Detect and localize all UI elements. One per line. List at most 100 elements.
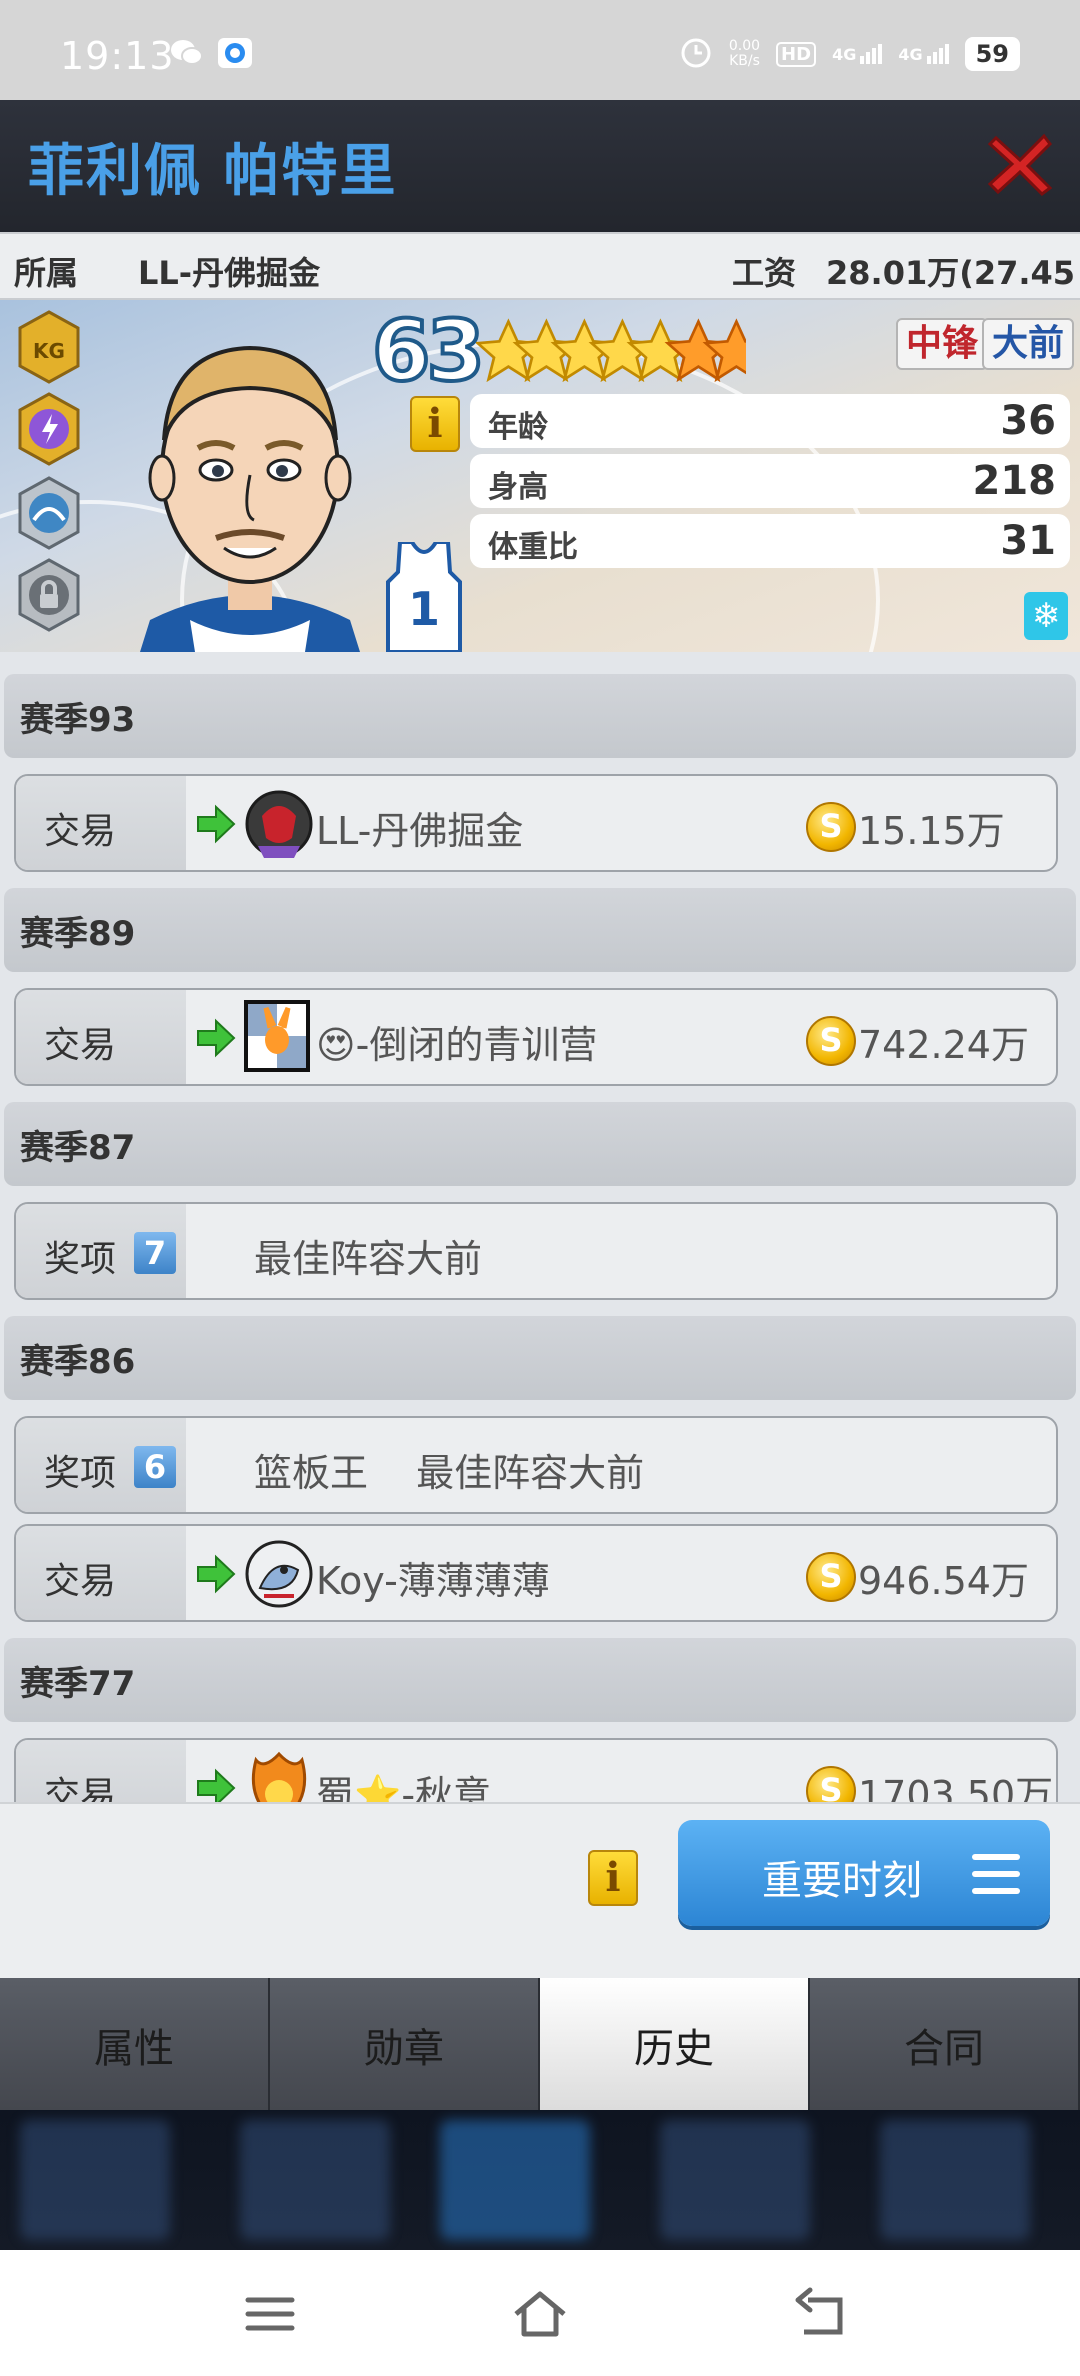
arrow-right-icon — [197, 1554, 236, 1594]
stat-label: 身高 — [488, 470, 548, 505]
kg-badge-icon[interactable]: KG — [16, 310, 82, 384]
award-count-badge: 7 — [134, 1232, 176, 1274]
team-label: 所属 — [14, 254, 79, 292]
team-name: Koy-薄薄薄薄 — [316, 1559, 550, 1603]
award-count-badge: 6 — [134, 1446, 176, 1488]
entry-type-cell: 奖项 6 — [16, 1418, 186, 1512]
tab-bar: 属性 勋章 历史 合同 — [0, 1978, 1080, 2110]
entry-type-cell: 奖项 7 — [16, 1204, 186, 1298]
stat-row-age: 年龄 36 — [470, 394, 1070, 448]
battery-indicator: 59 — [964, 37, 1020, 71]
tab-attributes[interactable]: 属性 — [0, 1978, 270, 2110]
wechat-icon — [170, 38, 204, 68]
menu-icon[interactable] — [240, 2286, 300, 2342]
team-salary-row: 所属 LL-丹佛掘金 工资 28.01万(27.45万) — [0, 232, 1080, 338]
history-entry-award[interactable]: 奖项 6 篮板王 最佳阵容大前 — [14, 1416, 1058, 1514]
tab-label: 属性 — [94, 2026, 174, 2072]
moments-info-icon[interactable]: i — [588, 1850, 638, 1906]
footer-panel: i 重要时刻 — [0, 1802, 1080, 1978]
season-label: 赛季87 — [20, 1128, 136, 1168]
tab-label: 合同 — [904, 2026, 984, 2072]
blurred-item — [240, 2120, 390, 2240]
coin-icon: S — [806, 1016, 856, 1066]
blurred-item — [20, 2120, 170, 2240]
team-value: LL-丹佛掘金 — [138, 254, 321, 292]
info-icon[interactable]: i — [410, 396, 460, 452]
signal-4g-1: 4G — [832, 44, 883, 64]
team-logo-nuggets-icon — [244, 786, 314, 862]
history-list[interactable]: 赛季93 交易 LL-丹佛掘金 S 15.15万 赛季89 交易 😍-倒闭的青训… — [0, 652, 1080, 1802]
jersey-icon: 1 — [386, 540, 462, 652]
team-name: 蜀⭐-秋意 — [316, 1773, 492, 1802]
arrow-right-icon — [197, 1018, 236, 1058]
entry-type-cell: 交易 — [16, 1740, 186, 1802]
stat-value: 36 — [1000, 398, 1056, 444]
entry-type: 交易 — [44, 811, 117, 852]
entry-type: 交易 — [44, 1561, 117, 1602]
season-header: 赛季77 — [4, 1638, 1076, 1722]
stat-row-height: 身高 218 — [470, 454, 1070, 508]
player-rating: 63 — [370, 300, 487, 402]
team-logo-rabbit-icon — [244, 1000, 314, 1076]
stars-icon — [476, 320, 746, 381]
status-time: 19:13 — [60, 34, 175, 78]
stat-value: 31 — [1000, 518, 1056, 564]
season-label: 赛季93 — [20, 700, 136, 740]
jersey-number: 1 — [407, 582, 440, 636]
blurred-item — [880, 2120, 1030, 2240]
team-logo-koy-icon — [244, 1536, 314, 1612]
season-header: 赛季87 — [4, 1102, 1076, 1186]
trade-amount: 742.24万 — [858, 1023, 1029, 1067]
history-entry-trade[interactable]: 交易 Koy-薄薄薄薄 S 946.54万 — [14, 1524, 1058, 1622]
team-badge-icon[interactable] — [16, 476, 82, 550]
season-header: 赛季93 — [4, 674, 1076, 758]
back-icon[interactable] — [792, 2286, 852, 2342]
player-avatar — [120, 320, 380, 652]
app-notification-icon — [218, 38, 252, 68]
status-bar: 19:13 0.00 KB/s HD 4G 4G 59 — [0, 0, 1080, 100]
player-name: 菲利佩 帕特里 — [28, 139, 398, 204]
menu-lines-icon — [972, 1854, 1020, 1894]
tab-contract[interactable]: 合同 — [810, 1978, 1080, 2110]
trade-amount: 15.15万 — [858, 809, 1005, 853]
season-label: 赛季77 — [20, 1664, 136, 1704]
tab-badges[interactable]: 勋章 — [270, 1978, 540, 2110]
award-names: 最佳阵容大前 — [254, 1237, 483, 1281]
season-label: 赛季89 — [20, 914, 136, 954]
history-entry-trade[interactable]: 交易 LL-丹佛掘金 S 15.15万 — [14, 774, 1058, 872]
entry-type: 奖项 — [44, 1453, 117, 1494]
coin-icon: S — [806, 1766, 856, 1802]
entry-type: 交易 — [44, 1775, 117, 1802]
tab-label: 历史 — [634, 2026, 714, 2072]
coin-icon: S — [806, 1552, 856, 1602]
star-rating — [476, 314, 746, 388]
alarm-icon — [679, 35, 713, 74]
award-names: 篮板王 最佳阵容大前 — [254, 1451, 645, 1495]
entry-type-cell: 交易 — [16, 1526, 186, 1620]
stat-value: 218 — [972, 458, 1057, 504]
entry-type-cell: 交易 — [16, 990, 186, 1084]
history-entry-trade[interactable]: 交易 蜀⭐-秋意 S 1703.50万 — [14, 1738, 1058, 1802]
salary-label: 工资 — [732, 254, 797, 292]
freeze-icon[interactable]: ❄ — [1024, 592, 1068, 640]
entry-type: 交易 — [44, 1025, 117, 1066]
key-moments-button[interactable]: 重要时刻 — [678, 1820, 1050, 1926]
lock-badge-icon[interactable] — [16, 558, 82, 632]
blurred-item — [440, 2120, 590, 2240]
home-icon[interactable] — [510, 2286, 570, 2342]
entry-type: 奖项 — [44, 1239, 117, 1280]
key-moments-label: 重要时刻 — [762, 1858, 922, 1904]
stat-row-weight-ratio: 体重比 31 — [470, 514, 1070, 568]
team-name: LL-丹佛掘金 — [316, 809, 524, 853]
svg-text:KG: KG — [33, 339, 65, 363]
arrow-right-icon — [197, 804, 236, 844]
hd-badge: HD — [776, 41, 817, 67]
lightning-badge-icon[interactable] — [16, 392, 82, 466]
history-entry-trade[interactable]: 交易 😍-倒闭的青训营 S 742.24万 — [14, 988, 1058, 1086]
close-icon[interactable] — [987, 128, 1053, 198]
coin-icon: S — [806, 802, 856, 852]
history-entry-award[interactable]: 奖项 7 最佳阵容大前 — [14, 1202, 1058, 1300]
tab-history[interactable]: 历史 — [540, 1978, 810, 2110]
season-header: 赛季86 — [4, 1316, 1076, 1400]
season-label: 赛季86 — [20, 1342, 136, 1382]
